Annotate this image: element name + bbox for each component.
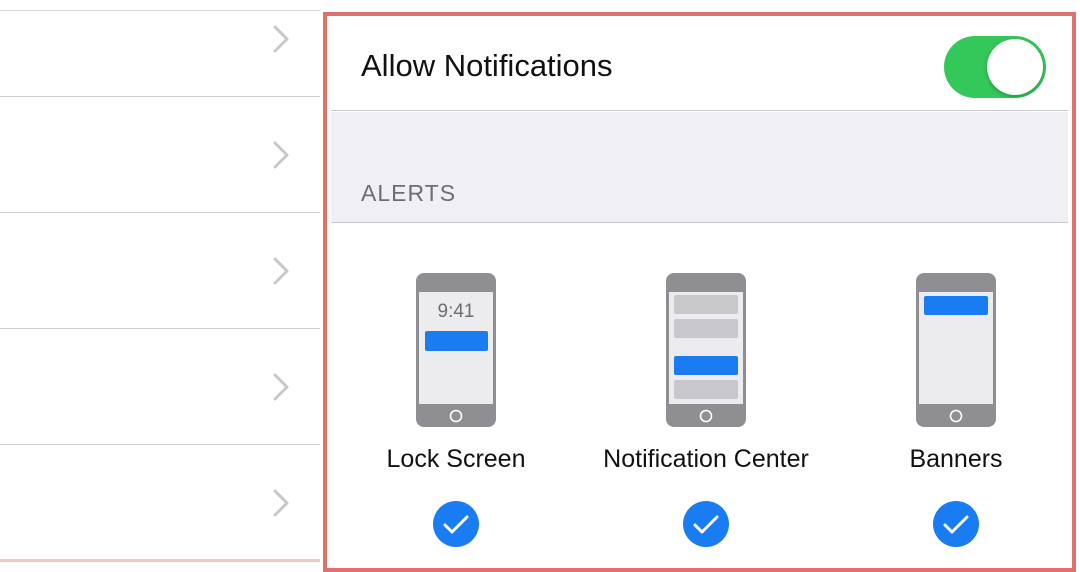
- alerts-options: 9:41 Lock Screen Notification Center Ban…: [331, 223, 1068, 568]
- lock-screen-time: 9:41: [438, 301, 475, 322]
- list-item[interactable]: [0, 97, 320, 213]
- list-item[interactable]: [0, 0, 320, 97]
- list-item[interactable]: [0, 445, 320, 561]
- chevron-right-icon: [273, 257, 289, 285]
- chevron-right-icon: [273, 25, 289, 53]
- alert-option-lock-screen[interactable]: 9:41 Lock Screen: [326, 223, 586, 563]
- checkmark-icon: [443, 515, 469, 534]
- allow-notifications-row: Allow Notifications: [331, 20, 1068, 111]
- notification-center-checkbox[interactable]: [683, 501, 729, 547]
- banners-checkbox[interactable]: [933, 501, 979, 547]
- notification-center-label: Notification Center: [603, 445, 809, 473]
- lock-screen-label: Lock Screen: [386, 445, 526, 473]
- chevron-right-icon: [273, 141, 289, 169]
- row-separator: [331, 110, 1068, 111]
- notification-settings-highlight: Allow Notifications ALERTS 9:41 Lock Scr…: [323, 12, 1076, 572]
- toggle-knob[interactable]: [987, 39, 1043, 95]
- allow-notifications-label: Allow Notifications: [361, 48, 613, 83]
- banners-label: Banners: [909, 445, 1003, 473]
- list-item[interactable]: [0, 213, 320, 329]
- allow-notifications-toggle[interactable]: [944, 36, 1046, 98]
- top-strip: [322, 0, 1080, 12]
- alerts-section-header: ALERTS: [361, 180, 457, 206]
- alert-option-notification-center[interactable]: Notification Center: [576, 223, 836, 563]
- checkmark-icon: [693, 515, 719, 534]
- notification-settings-panel: Allow Notifications ALERTS 9:41 Lock Scr…: [331, 20, 1068, 568]
- chevron-right-icon: [273, 373, 289, 401]
- lock-screen-checkbox[interactable]: [433, 501, 479, 547]
- chevron-right-icon: [273, 489, 289, 517]
- list-item[interactable]: [0, 329, 320, 445]
- notification-center-phone-icon: [666, 273, 746, 427]
- settings-list: [0, 0, 320, 562]
- lock-screen-phone-icon: 9:41: [416, 273, 496, 427]
- banners-phone-icon: [916, 273, 996, 427]
- checkmark-icon: [943, 515, 969, 534]
- alert-option-banners[interactable]: Banners: [826, 223, 1080, 563]
